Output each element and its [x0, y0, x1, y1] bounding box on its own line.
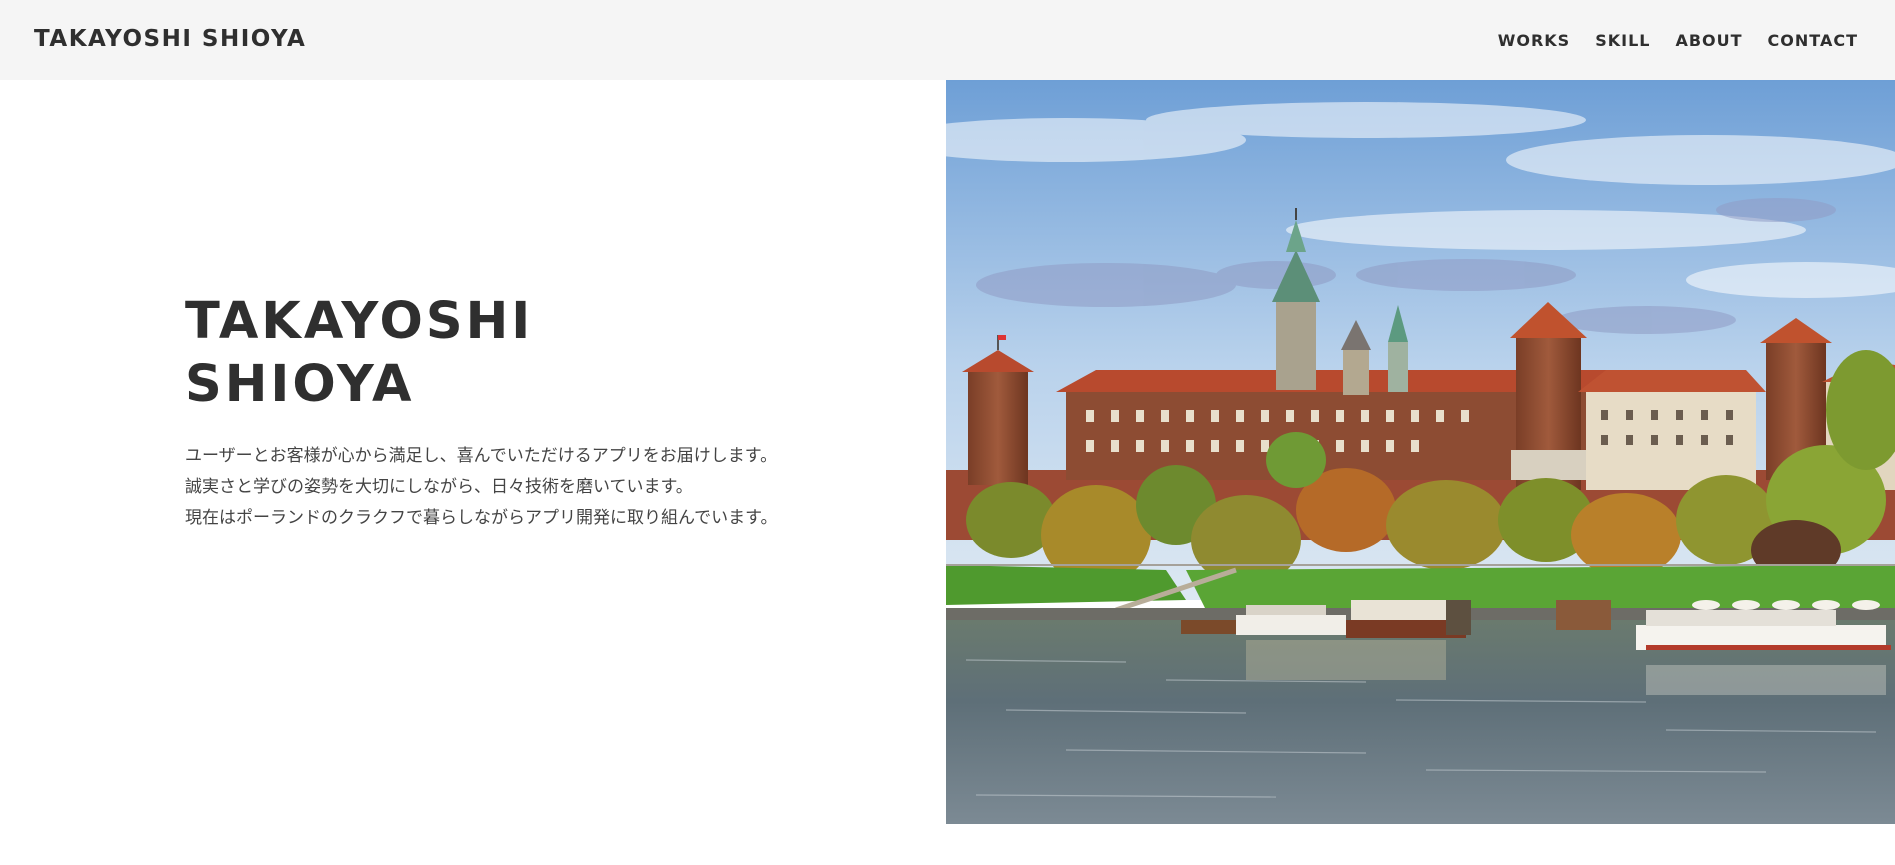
nav-works[interactable]: WORKS	[1498, 31, 1571, 50]
hero-description: ユーザーとお客様が心から満足し、喜んでいただけるアプリをお届けします。 誠実さと…	[185, 441, 777, 534]
nav-about[interactable]: ABOUT	[1675, 31, 1742, 50]
hero-description-line: ユーザーとお客様が心から満足し、喜んでいただけるアプリをお届けします。	[185, 446, 778, 466]
site-header: TAKAYOSHI SHIOYA WORKS SKILL ABOUT CONTA…	[0, 0, 1895, 80]
nav-skill[interactable]: SKILL	[1595, 31, 1650, 50]
hero-title-line-1: TAKAYOSHI	[185, 292, 534, 351]
hero-image	[946, 80, 1895, 824]
site-logo[interactable]: TAKAYOSHI SHIOYA	[34, 26, 306, 52]
main-nav: WORKS SKILL ABOUT CONTACT	[1473, 31, 1858, 50]
hero-description-line: 現在はポーランドのクラクフで暮らしながらアプリ開発に取り組んでいます。	[185, 508, 778, 528]
hero-title-line-2: SHIOYA	[185, 355, 415, 414]
hero-title: TAKAYOSHI SHIOYA	[185, 290, 533, 416]
castle-river-illustration	[946, 80, 1895, 824]
nav-contact[interactable]: CONTACT	[1768, 31, 1858, 50]
hero-description-line: 誠実さと学びの姿勢を大切にしながら、日々技術を磨いています。	[185, 477, 693, 497]
